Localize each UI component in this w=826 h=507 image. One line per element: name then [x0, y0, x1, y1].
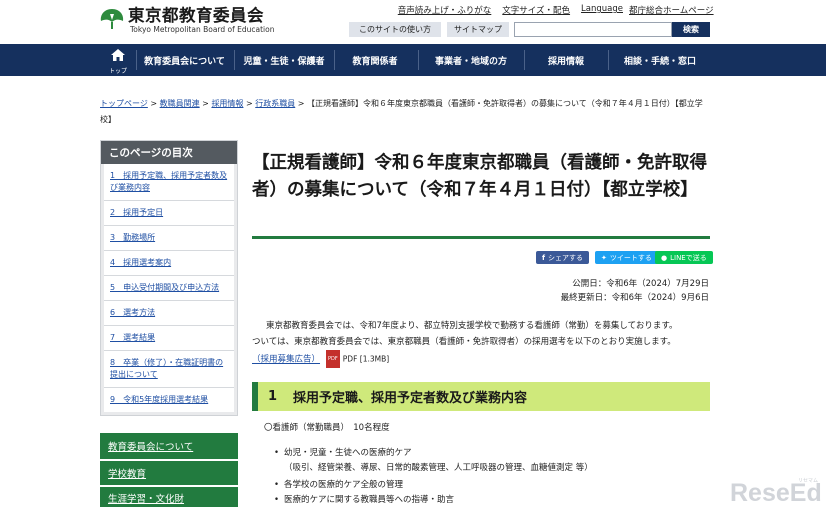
how-to-use-button[interactable]: このサイトの使い方: [349, 22, 441, 37]
page-dates: 公開日：令和6年（2024）7月29日 最終更新日：令和6年（2024）9月6日: [561, 277, 709, 305]
pdf-size: PDF [1.3MB]: [342, 354, 390, 364]
toc-title: このページの目次: [101, 141, 237, 164]
duty-detail: （吸引、経管栄養、導尿、日常的酸素管理、人工呼吸器の管理、血糖値測定 等）: [284, 463, 593, 473]
section-heading-1: 1 採用予定職、採用予定者数及び業務内容: [252, 382, 710, 411]
breadcrumb-home[interactable]: トップページ: [100, 99, 148, 108]
nav-consult-procedures[interactable]: 相談・手続・窓口: [609, 44, 711, 76]
toc-item-8[interactable]: 8 卒業（修了）・在職証明書の提出について: [104, 351, 234, 388]
nav-business-community[interactable]: 事業者・地域の方: [419, 44, 523, 76]
toc-item-3[interactable]: 3 勤務場所: [104, 226, 234, 251]
font-size-color-link[interactable]: 文字サイズ・配色: [502, 4, 570, 16]
home-nav-button[interactable]: トップ: [100, 44, 136, 76]
logo-title: 東京都教育委員会: [128, 6, 264, 25]
toc-item-6[interactable]: 6 選考方法: [104, 301, 234, 326]
pdf-icon: PDF: [326, 350, 340, 368]
twitter-share-button[interactable]: ✦ ツイートする: [595, 251, 658, 264]
breadcrumb: トップページ > 教職員関連 > 採用情報 > 行政系職員 > 【正規看護師】令…: [100, 96, 712, 128]
sidebar-link-about-board[interactable]: 教育委員会について: [100, 433, 238, 459]
facebook-share-button[interactable]: f シェアする: [536, 251, 590, 264]
nav-educators[interactable]: 教育関係者: [335, 44, 415, 76]
intro-line-2: ついては、東京都教育委員会では、東京都職員（看護師・免許取得者）の採用選考を以下…: [252, 337, 676, 347]
toc-item-1[interactable]: 1 採用予定職、採用予定者数及び業務内容: [104, 164, 234, 201]
reseed-watermark-logo: ReseEd リセマム: [728, 474, 822, 507]
toc-item-2[interactable]: 2 採用予定日: [104, 201, 234, 226]
site-logo[interactable]: 東京都教育委員会 Tokyo Metropolitan Board of Edu…: [99, 6, 275, 34]
section-number: 1: [268, 389, 278, 404]
breadcrumb-sep: >: [147, 99, 160, 108]
sidebar-link-school-education[interactable]: 学校教育: [100, 461, 238, 485]
updated-date: 最終更新日：令和6年（2024）9月6日: [560, 293, 709, 303]
global-nav: トップ 教育委員会について 児童・生徒・保護者 教育関係者 事業者・地域の方 採…: [0, 44, 826, 76]
tokyo-gov-link[interactable]: 都庁総合ホームページ: [629, 6, 714, 16]
ginkgo-logo-icon: [99, 6, 125, 32]
job-title-line: 〇看護師（常勤職員） 10名程度: [264, 423, 390, 433]
toc-item-4[interactable]: 4 採用選考案内: [104, 251, 234, 276]
published-date: 公開日：令和6年（2024）7月29日: [572, 279, 709, 289]
line-share-label: LINEで送る: [670, 253, 707, 262]
toc-item-5[interactable]: 5 申込受付期間及び申込方法: [104, 276, 234, 301]
facebook-share-label: シェアする: [548, 253, 584, 262]
duty-item: 幼児・児童・生徒への医療的ケア: [274, 447, 412, 460]
home-label: トップ: [108, 67, 127, 75]
breadcrumb-sep: >: [295, 99, 308, 108]
sitemap-button[interactable]: サイトマップ: [447, 22, 509, 37]
section-title: 採用予定職、採用予定者数及び業務内容: [293, 391, 528, 406]
twitter-share-label: ツイートする: [609, 253, 652, 262]
facebook-icon: f: [542, 253, 546, 262]
svg-text:リセマム: リセマム: [798, 478, 818, 484]
language-link[interactable]: Language: [581, 4, 623, 16]
toc-item-9[interactable]: 9 令和5年度採用選考結果: [104, 388, 234, 412]
home-icon: [111, 46, 125, 65]
search-button[interactable]: 検索: [672, 22, 710, 37]
utility-links: 音声読み上げ・ふりがな 文字サイズ・配色 Language: [398, 4, 623, 16]
logo-subtitle: Tokyo Metropolitan Board of Education: [130, 25, 275, 34]
duty-item: 各学校の医療的ケア全般の管理: [274, 479, 403, 492]
toc-item-7[interactable]: 7 選考結果: [104, 326, 234, 351]
line-share-button[interactable]: ● LINEで送る: [655, 251, 713, 264]
intro-line-1: 東京都教育委員会では、令和7年度より、都立特別支援学校で勤務する看護師（常勤）を…: [266, 321, 678, 331]
breadcrumb-staff[interactable]: 教職員関連: [160, 99, 200, 108]
breadcrumb-sep: >: [243, 99, 256, 108]
breadcrumb-sep: >: [199, 99, 212, 108]
line-icon: ●: [661, 253, 668, 262]
duty-item: 医療的ケアに関する教職員等への指導・助言: [274, 494, 454, 507]
nav-recruitment[interactable]: 採用情報: [525, 44, 607, 76]
page-toc: このページの目次 1 採用予定職、採用予定者数及び業務内容 2 採用予定日 3 …: [100, 140, 238, 416]
nav-students-parents[interactable]: 児童・生徒・保護者: [235, 44, 333, 76]
breadcrumb-admin-staff[interactable]: 行政系職員: [255, 99, 295, 108]
gov-link-wrap: 都庁総合ホームページ: [629, 4, 714, 16]
recruitment-ad-pdf-link[interactable]: （採用募集広告）: [252, 355, 320, 365]
intro-paragraph: 東京都教育委員会では、令和7年度より、都立特別支援学校で勤務する看護師（常勤）を…: [252, 318, 710, 368]
search-input[interactable]: [514, 22, 672, 37]
twitter-icon: ✦: [601, 253, 607, 262]
page-title: 【正規看護師】令和６年度東京都職員（看護師・免許取得者）の募集について（令和７年…: [252, 153, 707, 200]
nav-about-board[interactable]: 教育委員会について: [137, 44, 232, 76]
sidebar-link-lifelong-learning[interactable]: 生涯学習・文化財: [100, 487, 238, 507]
site-header: 東京都教育委員会 Tokyo Metropolitan Board of Edu…: [0, 0, 826, 44]
read-aloud-link[interactable]: 音声読み上げ・ふりがな: [398, 4, 492, 16]
title-underline: [252, 236, 710, 239]
breadcrumb-recruitment[interactable]: 採用情報: [211, 99, 243, 108]
